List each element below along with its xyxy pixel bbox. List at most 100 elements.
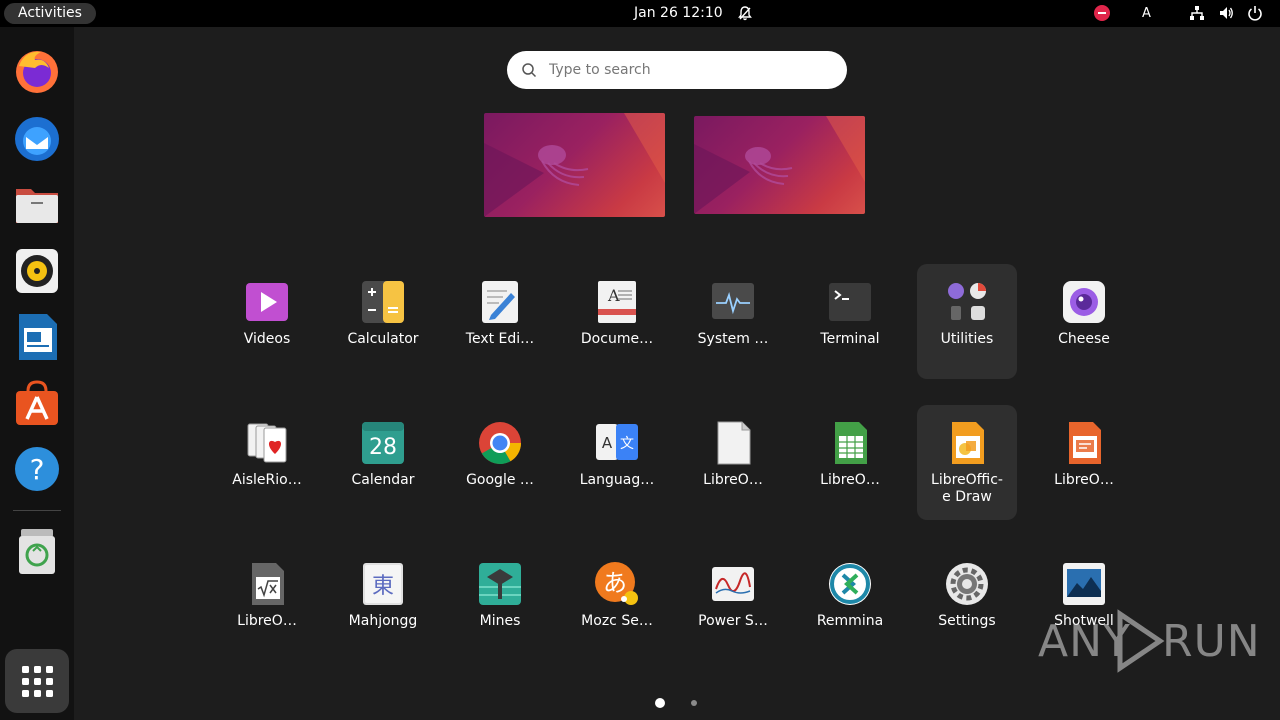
app-language-support[interactable]: A 文 Languag… <box>567 405 667 520</box>
power-icon[interactable] <box>1247 5 1263 21</box>
watermark-text-right: RUN <box>1162 616 1261 667</box>
dock-files[interactable] <box>11 179 63 231</box>
anyrun-watermark: ANY RUN <box>1038 608 1260 674</box>
app-calendar[interactable]: 28 Calendar <box>333 405 433 520</box>
page-indicator-1[interactable] <box>655 698 665 708</box>
dock-ubuntu-software[interactable] <box>11 377 63 429</box>
document-viewer-icon: A <box>598 281 636 323</box>
dock-libreoffice-writer[interactable] <box>11 311 63 363</box>
search-input[interactable] <box>549 51 829 89</box>
jellyfish-wallpaper-icon <box>694 116 865 214</box>
software-icon <box>16 380 58 425</box>
calculator-icon <box>362 281 404 323</box>
app-label: Languag… <box>579 472 655 488</box>
app-label: Videos <box>243 331 291 347</box>
dock-rhythmbox[interactable] <box>11 245 63 297</box>
app-label: Mines <box>479 613 521 629</box>
app-libreoffice[interactable]: LibreO… <box>683 405 783 520</box>
app-power-statistics[interactable]: Power S… <box>683 546 783 661</box>
app-label: LibreO… <box>1054 472 1114 488</box>
workspace-thumbnail-2[interactable] <box>694 116 865 214</box>
chrome-icon <box>479 422 521 465</box>
dock: ? <box>0 27 74 720</box>
page-indicator-2[interactable] <box>691 700 697 706</box>
files-icon <box>16 189 58 223</box>
videos-icon <box>246 283 288 321</box>
app-mozc-setup[interactable]: あ Mozc Se… <box>567 546 667 661</box>
help-icon: ? <box>15 447 59 491</box>
notification-bell-icon[interactable] <box>737 5 753 21</box>
grid-icon <box>22 666 53 697</box>
trash-icon <box>19 529 55 574</box>
svg-text:あ: あ <box>603 569 627 597</box>
app-aisleriot[interactable]: AisleRio… <box>217 405 317 520</box>
app-libreoffice-calc[interactable]: LibreO… <box>800 405 900 520</box>
app-remmina[interactable]: Remmina <box>800 546 900 661</box>
input-method-indicator[interactable]: A <box>1142 0 1151 27</box>
dock-firefox[interactable] <box>11 46 63 98</box>
dock-help[interactable]: ? <box>11 443 63 495</box>
show-apps-button[interactable] <box>5 649 69 713</box>
thunderbird-icon <box>15 117 59 161</box>
system-monitor-icon <box>712 283 754 319</box>
clock[interactable]: Jan 26 12:10 <box>634 0 723 27</box>
svg-text:28: 28 <box>369 435 397 460</box>
dock-thunderbird[interactable] <box>11 113 63 165</box>
libreoffice-math-icon <box>252 563 284 605</box>
mozc-icon: あ <box>595 562 638 605</box>
rhythmbox-icon <box>16 249 58 293</box>
workspace-thumbnail-1[interactable] <box>484 113 665 217</box>
utilities-folder-icon <box>948 283 986 320</box>
app-label: Cheese <box>1058 331 1110 347</box>
app-libreoffice-draw[interactable]: LibreOffic-e Draw <box>917 405 1017 520</box>
app-text-editor[interactable]: Text Edi… <box>450 264 550 379</box>
app-label: Terminal <box>820 331 880 347</box>
app-mahjongg[interactable]: 東 Mahjongg <box>333 546 433 661</box>
libreoffice-impress-icon <box>1069 422 1101 464</box>
app-label: Calendar <box>351 472 415 488</box>
app-label: Text Edi… <box>465 331 535 347</box>
app-utilities-folder[interactable]: Utilities <box>917 264 1017 379</box>
network-icon[interactable] <box>1189 5 1205 21</box>
libreoffice-draw-icon <box>952 422 984 464</box>
app-label: Mozc Se… <box>581 613 653 629</box>
mahjongg-icon: 東 <box>363 563 403 605</box>
app-label: Docume… <box>580 331 654 347</box>
volume-icon[interactable] <box>1218 5 1234 21</box>
app-label: LibreOffic-e Draw <box>931 472 1003 505</box>
terminal-icon <box>829 283 871 321</box>
app-settings[interactable]: Settings <box>917 546 1017 661</box>
writer-icon <box>19 314 57 360</box>
app-label: Settings <box>938 613 996 629</box>
app-label: System … <box>697 331 769 347</box>
app-document-viewer[interactable]: A Docume… <box>567 264 667 379</box>
search-icon <box>522 63 537 78</box>
app-libreoffice-math[interactable]: LibreO… <box>217 546 317 661</box>
language-icon: A 文 <box>596 424 638 460</box>
calendar-icon: 28 <box>362 422 404 464</box>
app-google-chrome[interactable]: Google … <box>450 405 550 520</box>
cheese-icon <box>1063 281 1105 323</box>
activities-button[interactable]: Activities <box>4 3 96 24</box>
jellyfish-wallpaper-icon <box>484 113 665 217</box>
app-videos[interactable]: Videos <box>217 264 317 379</box>
search-box[interactable] <box>507 51 847 89</box>
app-terminal[interactable]: Terminal <box>800 264 900 379</box>
app-label: Remmina <box>816 613 884 629</box>
dock-trash[interactable] <box>11 525 63 577</box>
app-cheese[interactable]: Cheese <box>1034 264 1134 379</box>
app-label: Mahjongg <box>348 613 418 629</box>
app-label: LibreO… <box>237 613 297 629</box>
app-calculator[interactable]: Calculator <box>333 264 433 379</box>
shotwell-icon <box>1063 563 1105 605</box>
app-system-monitor[interactable]: System … <box>683 264 783 379</box>
svg-text:?: ? <box>30 453 45 486</box>
app-mines[interactable]: Mines <box>450 546 550 661</box>
app-label: LibreO… <box>703 472 763 488</box>
app-label: AisleRio… <box>232 472 302 488</box>
app-label: Utilities <box>940 331 994 347</box>
app-label: LibreO… <box>820 472 880 488</box>
do-not-disturb-icon[interactable] <box>1094 5 1110 21</box>
top-bar: Activities Jan 26 12:10 A <box>0 0 1280 27</box>
app-libreoffice-impress[interactable]: LibreO… <box>1034 405 1134 520</box>
